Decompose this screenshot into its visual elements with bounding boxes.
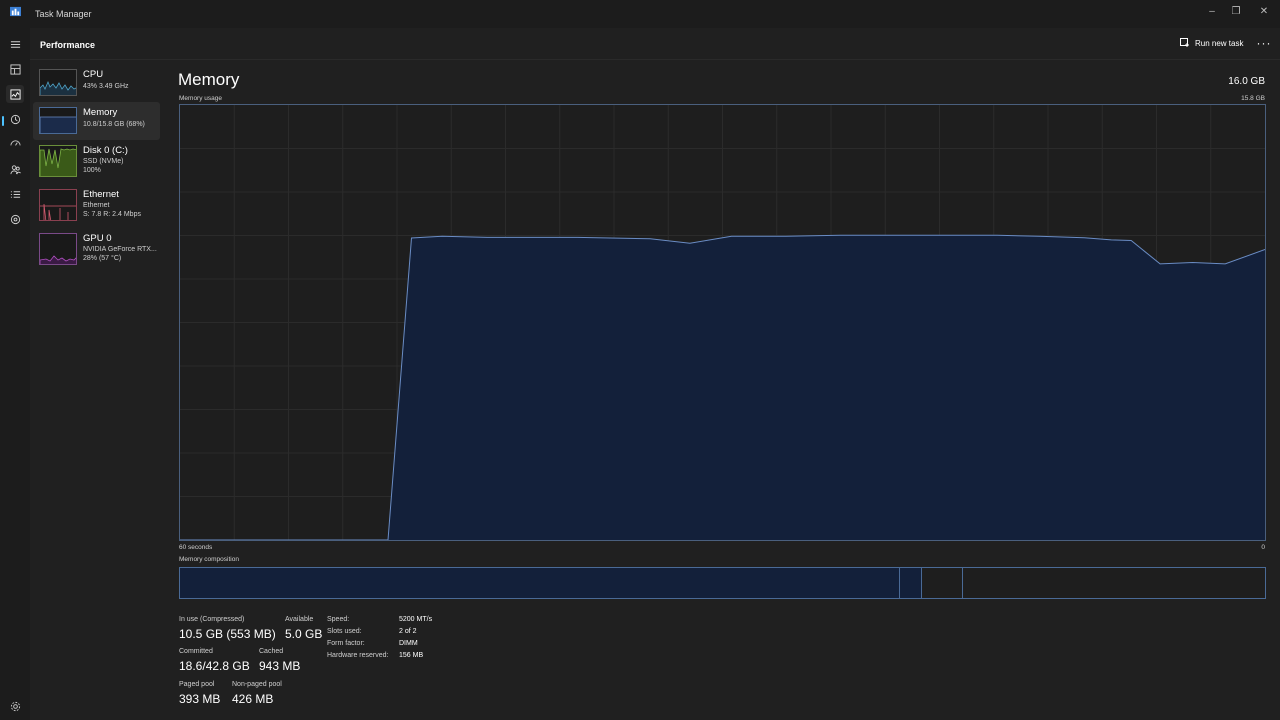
non-paged-pool-label: Non-paged pool bbox=[232, 681, 282, 688]
perf-item-ethernet[interactable]: Ethernet Ethernet S: 7.8 R: 2.4 Mbps bbox=[33, 184, 160, 226]
cpu-stats: 43% 3.49 GHz bbox=[83, 83, 129, 90]
hardware-reserved-value: 156 MB bbox=[399, 652, 424, 659]
paged-pool-label: Paged pool bbox=[179, 681, 215, 688]
form-factor-label: Form factor: bbox=[327, 640, 365, 647]
title-bar: Task Manager – ❐ ✕ bbox=[0, 0, 1280, 28]
run-new-task-label: Run new task bbox=[1195, 38, 1244, 48]
composition-segment-free[interactable] bbox=[962, 568, 1265, 598]
ethernet-adapter: Ethernet bbox=[83, 202, 110, 209]
composition-segment-modified[interactable] bbox=[899, 568, 922, 598]
gpu-thumbnail bbox=[39, 233, 77, 265]
hardware-reserved-label: Hardware reserved: bbox=[327, 652, 389, 659]
nav-startup-apps[interactable] bbox=[6, 135, 24, 153]
disk-usage: 100% bbox=[83, 167, 101, 174]
memory-total: 16.0 GB bbox=[1228, 76, 1265, 87]
committed-label: Committed bbox=[179, 648, 213, 655]
time-end-label: 0 bbox=[1261, 544, 1265, 551]
settings-button[interactable] bbox=[6, 697, 24, 715]
gpu-usage: 28% (57 °C) bbox=[83, 255, 122, 262]
memory-title: Memory bbox=[178, 70, 240, 89]
speed-value: 5200 MT/s bbox=[399, 616, 433, 623]
app-history-icon bbox=[10, 114, 20, 124]
hamburger-icon bbox=[10, 40, 20, 48]
memory-composition-bar[interactable] bbox=[179, 567, 1266, 599]
speed-label: Speed: bbox=[327, 616, 350, 623]
details-icon bbox=[10, 190, 20, 198]
composition-segment-standby[interactable] bbox=[921, 568, 963, 598]
users-icon bbox=[9, 164, 21, 174]
processes-icon bbox=[9, 63, 21, 75]
gpu-model: NVIDIA GeForce RTX... bbox=[83, 246, 157, 253]
cached-value: 943 MB bbox=[259, 659, 301, 673]
memory-thumbnail bbox=[39, 107, 77, 134]
memory-detail-pane: Memory 16.0 GB Memory usage 15.8 GB 60 s… bbox=[170, 60, 1280, 720]
ethernet-thumbnail bbox=[39, 189, 77, 221]
active-indicator bbox=[2, 116, 4, 126]
gear-icon bbox=[10, 701, 20, 711]
more-options-button[interactable]: ··· bbox=[1254, 36, 1274, 50]
cpu-label: CPU bbox=[83, 69, 104, 80]
restore-button[interactable]: ❐ bbox=[1222, 3, 1250, 19]
memory-usage-chart bbox=[179, 104, 1266, 541]
performance-list: CPU 43% 3.49 GHz Memory 10.8/15.8 GB (68… bbox=[30, 60, 170, 720]
perf-item-gpu[interactable]: GPU 0 NVIDIA GeForce RTX... 28% (57 °C) bbox=[33, 228, 160, 270]
nav-details[interactable] bbox=[6, 185, 24, 203]
cpu-thumbnail bbox=[39, 69, 77, 96]
ethernet-label: Ethernet bbox=[83, 189, 119, 200]
close-icon: ✕ bbox=[1259, 5, 1269, 17]
in-use-value: 10.5 GB (553 MB) bbox=[179, 627, 276, 641]
nav-services[interactable] bbox=[6, 210, 24, 228]
restore-icon: ❐ bbox=[1231, 5, 1241, 17]
nav-performance[interactable] bbox=[6, 85, 24, 103]
task-manager-app-icon bbox=[10, 6, 21, 17]
memory-label: Memory bbox=[83, 107, 118, 118]
disk-thumbnail bbox=[39, 145, 77, 177]
disk-label: Disk 0 (C:) bbox=[83, 145, 128, 156]
ethernet-throughput: S: 7.8 R: 2.4 Mbps bbox=[83, 211, 141, 218]
startup-apps-icon bbox=[9, 139, 21, 146]
memory-usage-graph bbox=[180, 105, 1266, 541]
performance-icon bbox=[9, 88, 21, 100]
minimize-icon: – bbox=[1209, 5, 1215, 17]
memory-stats: 10.8/15.8 GB (68%) bbox=[83, 121, 145, 128]
available-value: 5.0 GB bbox=[285, 627, 323, 641]
perf-item-memory[interactable]: Memory 10.8/15.8 GB (68%) bbox=[33, 102, 160, 140]
committed-value: 18.6/42.8 GB bbox=[179, 659, 250, 673]
close-button[interactable]: ✕ bbox=[1250, 3, 1278, 19]
page-title: Performance bbox=[40, 40, 96, 50]
nav-users[interactable] bbox=[6, 160, 24, 178]
memory-usage-max: 15.8 GB bbox=[1241, 95, 1265, 102]
run-task-icon bbox=[1180, 38, 1189, 47]
form-factor-value: DIMM bbox=[399, 640, 418, 647]
memory-usage-label: Memory usage bbox=[179, 95, 222, 102]
cached-label: Cached bbox=[259, 648, 284, 655]
nav-rail bbox=[0, 28, 30, 720]
services-icon bbox=[10, 214, 20, 224]
composition-segment-in-use[interactable] bbox=[180, 568, 900, 598]
in-use-label: In use (Compressed) bbox=[179, 616, 245, 623]
perf-item-cpu[interactable]: CPU 43% 3.49 GHz bbox=[33, 64, 160, 102]
available-label: Available bbox=[285, 616, 314, 623]
gpu-label: GPU 0 bbox=[83, 233, 112, 244]
window-title: Task Manager bbox=[35, 9, 92, 19]
slots-value: 2 of 2 bbox=[399, 628, 417, 635]
menu-button[interactable] bbox=[6, 35, 24, 53]
nav-app-history[interactable] bbox=[6, 110, 24, 128]
perf-item-disk[interactable]: Disk 0 (C:) SSD (NVMe) 100% bbox=[33, 140, 160, 182]
slots-label: Slots used: bbox=[327, 628, 362, 635]
more-icon: ··· bbox=[1256, 36, 1272, 50]
paged-pool-value: 393 MB bbox=[179, 692, 221, 706]
page-header: Performance Run new task ··· bbox=[30, 28, 1280, 60]
nav-processes[interactable] bbox=[6, 60, 24, 78]
time-span-label: 60 seconds bbox=[179, 544, 213, 551]
non-paged-pool-value: 426 MB bbox=[232, 692, 274, 706]
run-new-task-button[interactable]: Run new task bbox=[1180, 38, 1243, 48]
memory-composition-label: Memory composition bbox=[179, 556, 239, 563]
disk-type: SSD (NVMe) bbox=[83, 158, 124, 165]
